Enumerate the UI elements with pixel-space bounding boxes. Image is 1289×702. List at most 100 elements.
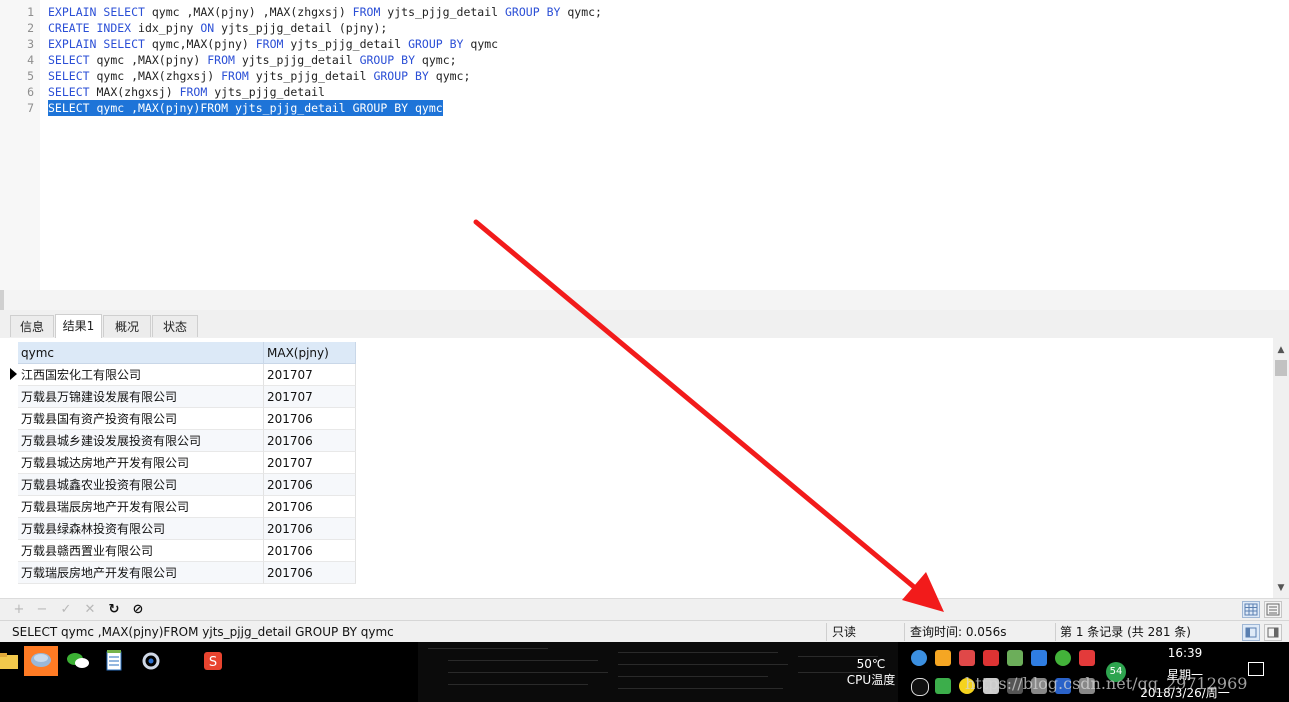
tray-user-icon[interactable]: [1007, 650, 1023, 666]
tab-profile[interactable]: 概况: [103, 315, 151, 337]
code-line[interactable]: 7 SELECT qymc ,MAX(pjny)FROM yjts_pjjg_de…: [0, 100, 1289, 116]
tray-app2-icon[interactable]: [1079, 650, 1095, 666]
code-line[interactable]: 1 EXPLAIN SELECT qymc ,MAX(pjny) ,MAX(zhg…: [0, 4, 1289, 20]
sogou-input-icon[interactable]: S: [197, 646, 229, 676]
cell-qymc[interactable]: 万载县万锦建设发展有限公司: [18, 386, 264, 408]
editor-splitter[interactable]: [0, 290, 1289, 310]
action-center-icon[interactable]: [1248, 662, 1264, 676]
table-row[interactable]: 万载县绿森林投资有限公司 201706: [18, 518, 356, 540]
cell-qymc[interactable]: 万载县绿森林投资有限公司: [18, 518, 264, 540]
tab-info[interactable]: 信息: [10, 315, 54, 337]
table-row[interactable]: 万载县城鑫农业投资有限公司 201706: [18, 474, 356, 496]
column-header-max-pjny[interactable]: MAX(pjny): [264, 342, 356, 364]
scroll-down-icon[interactable]: ▼: [1276, 582, 1286, 594]
cell-max-pjny[interactable]: 201706: [264, 540, 356, 562]
cell-qymc[interactable]: 万载县瑞辰房地产开发有限公司: [18, 496, 264, 518]
cell-max-pjny[interactable]: 201706: [264, 518, 356, 540]
cell-qymc[interactable]: 万载瑞辰房地产开发有限公司: [18, 562, 264, 584]
selected-sql-statement: SELECT qymc ,MAX(pjny)FROM yjts_pjjg_det…: [48, 100, 443, 116]
current-row-indicator-icon: [10, 368, 17, 380]
sql-keyword: BY: [415, 69, 429, 83]
cell-qymc[interactable]: 江西国宏化工有限公司: [18, 364, 264, 386]
code-line[interactable]: 6 SELECT MAX(zhgxsj) FROM yjts_pjjg_detai…: [0, 84, 1289, 100]
clock-time[interactable]: 16:39: [1160, 646, 1210, 660]
discard-changes-button[interactable]: ✕: [81, 601, 99, 619]
code-line[interactable]: 5 SELECT qymc ,MAX(zhgxsj) FROM yjts_pjjg…: [0, 68, 1289, 84]
code-line[interactable]: 3 EXPLAIN SELECT qymc,MAX(pjny) FROM yjts…: [0, 36, 1289, 52]
grid-vertical-scrollbar[interactable]: ▲ ▼: [1273, 338, 1289, 598]
notepad-icon[interactable]: [98, 646, 130, 676]
sql-keyword: SELECT: [48, 69, 90, 83]
splitter-handle[interactable]: [0, 290, 4, 310]
tab-status[interactable]: 状态: [152, 315, 198, 337]
scroll-thumb[interactable]: [1275, 360, 1287, 376]
delete-record-button[interactable]: −: [33, 601, 51, 619]
cell-max-pjny[interactable]: 201707: [264, 364, 356, 386]
table-row[interactable]: 万载县城乡建设发展投资有限公司 201706: [18, 430, 356, 452]
cpu-temp-label: CPU温度: [846, 673, 896, 687]
grid-view-icon[interactable]: [1242, 601, 1260, 618]
sql-text: qymc;: [415, 53, 457, 67]
sql-keyword: BY: [449, 37, 464, 51]
tray-monitor-icon[interactable]: [983, 650, 999, 666]
status-query-time: 查询时间: 0.056s: [910, 625, 1007, 639]
table-row[interactable]: 万载瑞辰房地产开发有限公司 201706: [18, 562, 356, 584]
table-row[interactable]: 万载县万锦建设发展有限公司 201707: [18, 386, 356, 408]
sql-editor[interactable]: 1 EXPLAIN SELECT qymc ,MAX(pjny) ,MAX(zhg…: [0, 0, 1289, 290]
status-record-count: 第 1 条记录 (共 281 条): [1060, 625, 1191, 639]
status-divider: [1055, 623, 1056, 641]
sql-keyword: FROM: [352, 5, 381, 19]
navicat-taskbar-icon[interactable]: [24, 646, 58, 676]
tray-shield-icon[interactable]: [959, 650, 975, 666]
panel-left-icon[interactable]: [1242, 624, 1260, 641]
table-row[interactable]: 万载县国有资产投资有限公司 201706: [18, 408, 356, 430]
sql-text: qymc,MAX(pjny): [144, 37, 256, 51]
file-explorer-icon[interactable]: [0, 646, 24, 676]
column-header-qymc[interactable]: qymc: [18, 342, 264, 364]
tab-result1[interactable]: 结果1: [55, 314, 102, 338]
sql-keyword: GROUP: [359, 53, 395, 67]
cell-max-pjny[interactable]: 201706: [264, 474, 356, 496]
tray-security-shield-icon[interactable]: [935, 678, 951, 694]
cell-qymc[interactable]: 万载县城鑫农业投资有限公司: [18, 474, 264, 496]
refresh-button[interactable]: ↻: [105, 601, 123, 619]
table-row[interactable]: 万载县瑞辰房地产开发有限公司 201706: [18, 496, 356, 518]
status-bar: SELECT qymc ,MAX(pjny)FROM yjts_pjjg_det…: [0, 620, 1289, 643]
code-line[interactable]: 2 CREATE INDEX idx_pjny ON yjts_pjjg_deta…: [0, 20, 1289, 36]
cell-max-pjny[interactable]: 201706: [264, 562, 356, 584]
table-row[interactable]: 江西国宏化工有限公司 201707: [18, 364, 356, 386]
cell-max-pjny[interactable]: 201706: [264, 496, 356, 518]
tray-app-icon[interactable]: [935, 650, 951, 666]
wechat-icon[interactable]: [62, 646, 94, 676]
code-line[interactable]: 4 SELECT qymc ,MAX(pjny) FROM yjts_pjjg_d…: [0, 52, 1289, 68]
form-view-icon[interactable]: [1264, 601, 1282, 618]
cpu-temperature[interactable]: 50℃ CPU温度: [846, 656, 896, 688]
tray-k-icon[interactable]: [1031, 650, 1047, 666]
sql-text: qymc ,MAX(pjny): [89, 101, 201, 115]
cell-qymc[interactable]: 万载县赣西置业有限公司: [18, 540, 264, 562]
settings-gear-icon[interactable]: [135, 646, 167, 676]
window-preview-ghost: [418, 642, 898, 702]
cell-max-pjny[interactable]: 201706: [264, 430, 356, 452]
svg-text:S: S: [209, 655, 217, 670]
sql-keyword: EXPLAIN: [48, 5, 97, 19]
panel-right-icon[interactable]: [1264, 624, 1282, 641]
table-row[interactable]: 万载县城达房地产开发有限公司 201707: [18, 452, 356, 474]
cell-qymc[interactable]: 万载县城乡建设发展投资有限公司: [18, 430, 264, 452]
apply-changes-button[interactable]: ✓: [57, 601, 75, 619]
scroll-up-icon[interactable]: ▲: [1276, 344, 1286, 356]
add-record-button[interactable]: +: [10, 601, 28, 619]
cell-max-pjny[interactable]: 201707: [264, 452, 356, 474]
cell-max-pjny[interactable]: 201707: [264, 386, 356, 408]
tray-bird-icon[interactable]: [911, 650, 927, 666]
sql-keyword: GROUP: [408, 37, 443, 51]
table-row[interactable]: 万载县赣西置业有限公司 201706: [18, 540, 356, 562]
cell-qymc[interactable]: 万载县国有资产投资有限公司: [18, 408, 264, 430]
cell-max-pjny[interactable]: 201706: [264, 408, 356, 430]
cell-qymc[interactable]: 万载县城达房地产开发有限公司: [18, 452, 264, 474]
tray-wechat-icon[interactable]: [1055, 650, 1071, 666]
tray-qq-icon[interactable]: [911, 678, 929, 696]
sql-keyword: SELECT: [48, 53, 90, 67]
stop-button[interactable]: ⊘: [129, 601, 147, 619]
